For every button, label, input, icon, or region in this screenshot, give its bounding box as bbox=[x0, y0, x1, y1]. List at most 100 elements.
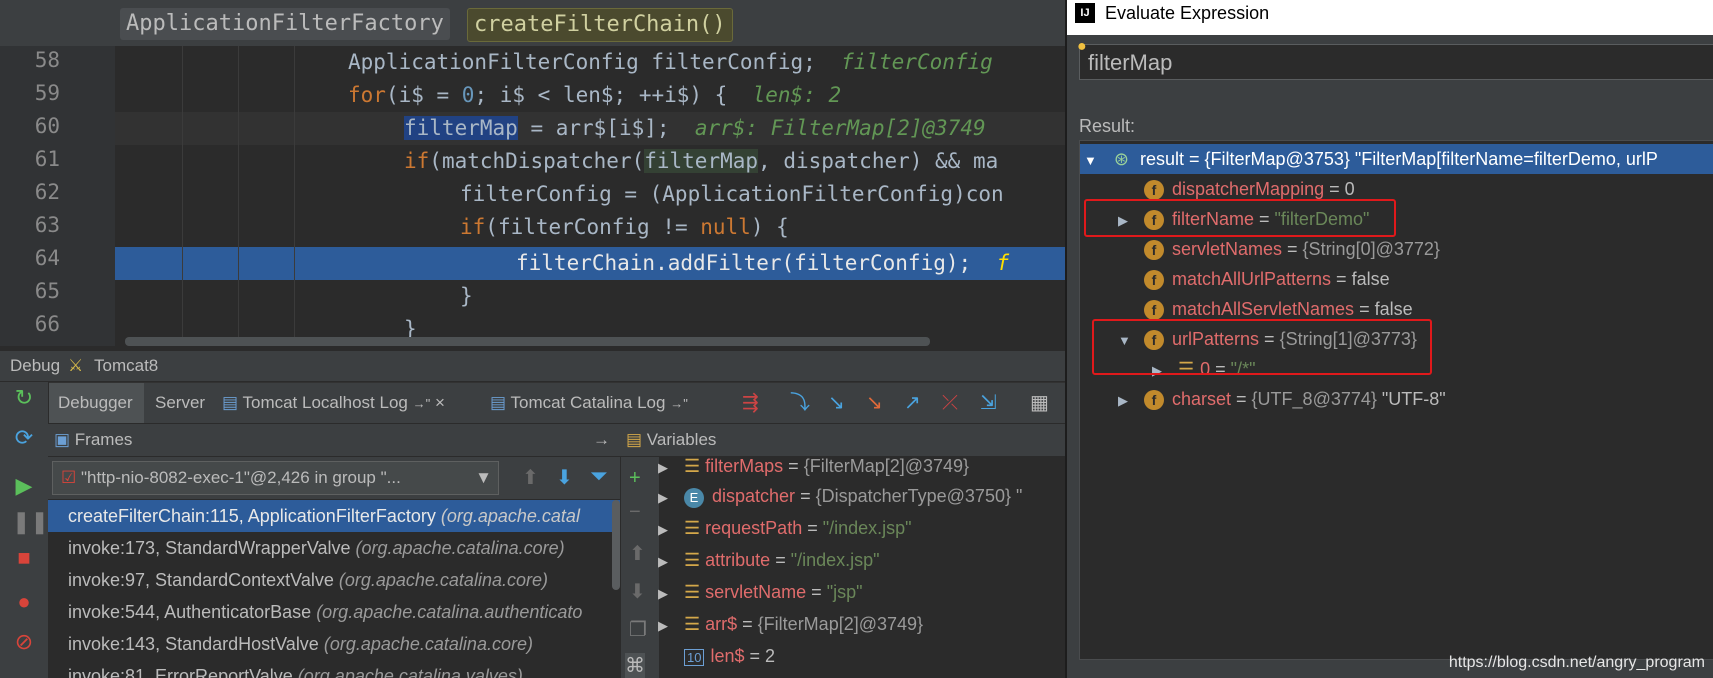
variable-row[interactable]: ▶ Edispatcher = {DispatcherType@3750} " bbox=[658, 480, 1065, 512]
variable-value: "/index.jsp" bbox=[790, 550, 880, 570]
add-watch-icon[interactable]: + bbox=[629, 467, 641, 490]
equals: = bbox=[795, 486, 816, 506]
arrow-down-icon[interactable]: ⬇ bbox=[629, 579, 646, 604]
thread-dropdown[interactable]: ☑ "http-nio-8082-exec-1"@2,426 in group … bbox=[52, 461, 499, 495]
variable-name: dispatcher bbox=[712, 486, 796, 506]
frame-package: (org.apache.catalina.valves) bbox=[297, 666, 523, 678]
expand-icon[interactable]: ▼ bbox=[1084, 153, 1097, 168]
step-into-icon[interactable]: ↘ bbox=[828, 383, 845, 423]
frame-item[interactable]: invoke:97, StandardContextValve (org.apa… bbox=[48, 564, 620, 596]
code-line-59[interactable]: for(i$ = 0; i$ < len$; ++i$) { len$: 2 bbox=[115, 79, 1065, 112]
equals: = bbox=[1331, 269, 1352, 289]
refresh-icon[interactable]: ⟳ bbox=[12, 426, 36, 450]
expand-icon[interactable]: ▶ bbox=[658, 546, 684, 576]
equals: = bbox=[1231, 389, 1252, 409]
variable-row[interactable]: ▶ ☰ attribute = "/index.jsp" bbox=[658, 544, 1065, 576]
breadcrumb-method[interactable]: createFilterChain() bbox=[467, 8, 733, 42]
expression-input[interactable]: filterMap bbox=[1079, 44, 1713, 80]
drop-frame-icon[interactable]: ⤫ bbox=[942, 383, 958, 423]
object-icon: ☰ bbox=[684, 518, 706, 538]
frame-item[interactable]: invoke:143, StandardHostValve (org.apach… bbox=[48, 628, 620, 660]
variable-row[interactable]: ▶ ☰ servletName = "jsp" bbox=[658, 576, 1065, 608]
code-text: ) { bbox=[750, 215, 789, 239]
variables-icon: ▤ bbox=[626, 430, 643, 449]
code-text: , dispatcher) && ma bbox=[758, 149, 999, 173]
step-out-icon[interactable]: ↗ bbox=[904, 383, 921, 423]
variable-name: servletName bbox=[705, 582, 807, 602]
mute-breakpoints-icon[interactable]: ⊘ bbox=[12, 630, 36, 654]
run-config-name[interactable]: Tomcat8 bbox=[94, 351, 158, 381]
tab-server[interactable]: Server bbox=[155, 383, 205, 423]
code-line-61[interactable]: if(matchDispatcher(filterMap, dispatcher… bbox=[115, 145, 1065, 178]
selected-variable[interactable]: filterMap bbox=[404, 116, 518, 140]
filter-icon[interactable]: ⏷ bbox=[590, 463, 608, 489]
tree-node-root-label[interactable]: ▼ ⊛ result = {FilterMap@3753} "FilterMap… bbox=[1084, 144, 1658, 174]
field-name: charset bbox=[1172, 389, 1232, 409]
expand-icon[interactable]: ▶ bbox=[658, 514, 684, 544]
run-to-cursor-icon[interactable]: ⇲ bbox=[980, 383, 997, 423]
variable-row[interactable]: ▶ ☰ requestPath = "/index.jsp" bbox=[658, 512, 1065, 544]
line-number: 63 bbox=[34, 213, 60, 237]
stop-icon[interactable]: ■ bbox=[12, 546, 36, 570]
variable-row[interactable]: ▶ ☰ filterMaps = {FilterMap[2]@3749} bbox=[658, 456, 1065, 476]
code-line-63[interactable]: if(filterConfig != null) { bbox=[115, 211, 1065, 244]
thread-icon: ☑ bbox=[61, 468, 77, 487]
expand-icon[interactable]: ▶ bbox=[658, 458, 684, 476]
pin-icon[interactable]: → bbox=[593, 424, 610, 456]
tree-node-field[interactable]: f matchAllUrlPatterns = false bbox=[1144, 264, 1390, 294]
pin-icon[interactable]: →" bbox=[670, 396, 688, 411]
code-line-58[interactable]: ApplicationFilterConfig filterConfig; fi… bbox=[115, 46, 1065, 79]
lightbulb-icon[interactable]: ● bbox=[1077, 38, 1087, 56]
tab-label: Server bbox=[155, 393, 206, 412]
arrow-down-icon[interactable]: ⬇ bbox=[556, 465, 573, 490]
frame-item[interactable]: createFilterChain:115, ApplicationFilter… bbox=[48, 500, 620, 532]
inline-debug-hint: len$: 2 bbox=[752, 83, 842, 107]
code-line-62[interactable]: filterConfig = (ApplicationFilterConfig)… bbox=[115, 178, 1065, 211]
force-step-into-icon[interactable]: ↘ bbox=[866, 383, 883, 423]
tab-tomcat-localhost-log[interactable]: ▤ Tomcat Localhost Log →" × bbox=[222, 383, 445, 423]
frame-package: (org.apache.catalina.authenticato bbox=[316, 602, 583, 622]
code-line-65[interactable]: } bbox=[115, 280, 1065, 313]
evaluate-expression-icon[interactable]: ▦ bbox=[1030, 383, 1049, 423]
resume-icon[interactable]: ▶ bbox=[12, 474, 36, 498]
pin-icon[interactable]: →" bbox=[413, 396, 431, 411]
code-line-64[interactable]: filterChain.addFilter(filterConfig); f bbox=[115, 247, 1065, 280]
watch-icon[interactable]: ⌘ bbox=[625, 653, 645, 678]
tree-node-field[interactable]: ▶ f charset = {UTF_8@3774} "UTF-8" bbox=[1118, 384, 1446, 414]
field-name: matchAllUrlPatterns bbox=[1172, 269, 1332, 289]
variable-value: {DispatcherType@3750} " bbox=[815, 486, 1023, 506]
field-value: 0 bbox=[1344, 179, 1355, 199]
variable-row[interactable]: ▶ ☰ arr$ = {FilterMap[2]@3749} bbox=[658, 608, 1065, 640]
arrow-up-icon[interactable]: ⬆ bbox=[629, 541, 646, 566]
code-line-60[interactable]: filterMap = arr$[i$]; arr$: FilterMap[2]… bbox=[115, 112, 1065, 145]
show-execution-point-icon[interactable]: ⇶ bbox=[742, 383, 759, 423]
arrow-up-icon[interactable]: ⬆ bbox=[522, 465, 539, 490]
line-number: 65 bbox=[34, 279, 60, 303]
breadcrumb-class[interactable]: ApplicationFilterFactory bbox=[120, 8, 450, 40]
copy-icon[interactable]: ❐ bbox=[629, 617, 647, 642]
dialog-titlebar[interactable]: IJ Evaluate Expression bbox=[1067, 0, 1713, 35]
expression-text: filterMap bbox=[1088, 50, 1173, 75]
code-text: ApplicationFilterConfig filterConfig; bbox=[348, 50, 816, 74]
tab-debugger[interactable]: Debugger bbox=[48, 383, 144, 423]
expand-icon[interactable]: ▶ bbox=[658, 482, 684, 512]
expand-icon[interactable]: ▶ bbox=[658, 578, 684, 608]
remove-watch-icon[interactable]: − bbox=[629, 501, 641, 524]
rerun-icon[interactable]: ↻ bbox=[12, 386, 36, 410]
editor-horizontal-scrollbar[interactable] bbox=[125, 337, 930, 346]
frame-item[interactable]: invoke:173, StandardWrapperValve (org.ap… bbox=[48, 532, 620, 564]
pause-icon[interactable]: ❚❚ bbox=[12, 510, 49, 534]
frame-item[interactable]: invoke:81, ErrorReportValve (org.apache.… bbox=[48, 660, 620, 678]
result-tree[interactable]: ▼ ⊛ result = {FilterMap@3753} "FilterMap… bbox=[1079, 140, 1713, 660]
frame-item[interactable]: invoke:544, AuthenticatorBase (org.apach… bbox=[48, 596, 620, 628]
expand-icon[interactable]: ▶ bbox=[1118, 386, 1144, 416]
view-breakpoints-icon[interactable]: ● bbox=[12, 590, 36, 614]
code-line-66[interactable]: } bbox=[115, 313, 1065, 337]
close-icon[interactable]: × bbox=[435, 393, 445, 412]
variable-row[interactable]: 10 len$ = 2 bbox=[658, 640, 1065, 672]
step-over-icon[interactable]: ⤵ bbox=[790, 383, 810, 423]
tab-tomcat-catalina-log[interactable]: ▤ Tomcat Catalina Log →" bbox=[490, 383, 688, 423]
tree-node-field[interactable]: f servletNames = {String[0]@3772} bbox=[1144, 234, 1440, 264]
expand-icon[interactable]: ▶ bbox=[658, 610, 684, 640]
frames-scrollbar[interactable] bbox=[612, 500, 620, 590]
